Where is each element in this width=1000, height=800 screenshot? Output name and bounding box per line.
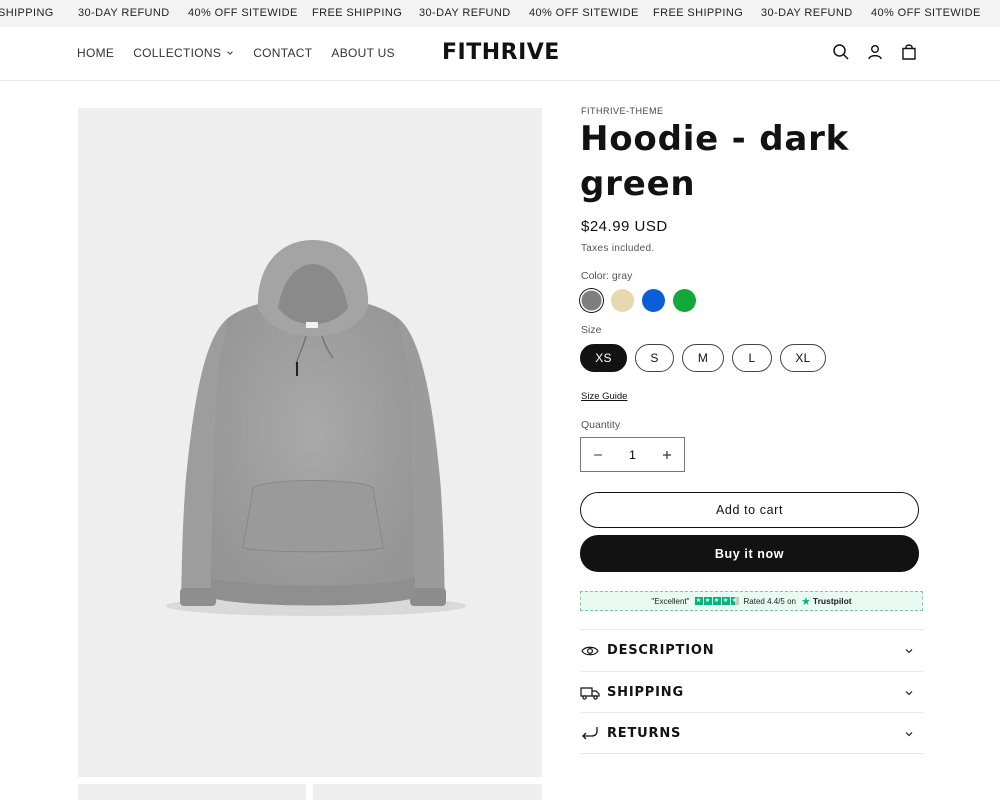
- product-thumbnail[interactable]: [78, 784, 306, 800]
- quantity-label: Quantity: [581, 419, 621, 431]
- minus-icon[interactable]: [581, 437, 615, 472]
- nav-about-label: ABOUT US: [331, 46, 395, 60]
- announcement-item: SHIPPING: [0, 7, 54, 19]
- add-to-cart-button[interactable]: Add to cart: [580, 492, 919, 528]
- nav-collections[interactable]: COLLECTIONS: [133, 46, 234, 60]
- account-icon[interactable]: [865, 42, 885, 62]
- nav-home[interactable]: HOME: [77, 46, 114, 60]
- taxes-note: Taxes included.: [581, 243, 655, 254]
- color-swatch-beige[interactable]: [611, 289, 634, 312]
- chevron-down-icon: [905, 691, 913, 696]
- trustpilot-brand: Trustpilot: [812, 596, 852, 606]
- return-arrow-icon: [580, 723, 600, 743]
- trustpilot-widget[interactable]: "Excellent" ★ ★ ★ ★ ★ Rated 4.4/5 on ★ T…: [580, 591, 923, 611]
- announcement-item: FREE SHIPPING: [312, 7, 403, 19]
- plus-icon[interactable]: [650, 437, 684, 472]
- star-icon: ★: [721, 597, 730, 605]
- hoodie-image: [166, 240, 466, 616]
- size-options: XS S M L XL: [580, 344, 826, 372]
- trustpilot-rating: Rated 4.4/5 on: [743, 596, 796, 606]
- color-swatch-blue[interactable]: [642, 289, 665, 312]
- header-actions: [831, 42, 919, 62]
- main-nav: HOME COLLECTIONS CONTACT ABOUT US: [77, 46, 395, 60]
- announcement-item: FREE SHIPPING: [653, 7, 744, 19]
- chevron-down-icon: [227, 51, 233, 55]
- site-header: HOME COLLECTIONS CONTACT ABOUT US FITHRI…: [0, 27, 1000, 81]
- nav-collections-label: COLLECTIONS: [133, 46, 222, 60]
- accordion-returns[interactable]: RETURNS: [580, 712, 924, 754]
- cart-icon[interactable]: [899, 42, 919, 62]
- product-thumbnail[interactable]: [313, 784, 542, 800]
- star-icon: ★: [703, 597, 712, 605]
- size-guide-link[interactable]: Size Guide: [581, 391, 627, 402]
- nav-about-us[interactable]: ABOUT US: [331, 46, 395, 60]
- star-icon: ★: [694, 597, 703, 605]
- nav-contact[interactable]: CONTACT: [253, 46, 312, 60]
- chevron-down-icon: [905, 732, 913, 737]
- accordion-shipping[interactable]: SHIPPING: [580, 671, 924, 713]
- size-option-xl[interactable]: XL: [780, 344, 826, 372]
- announcement-item: 40% OFF SITEWIDE: [871, 7, 981, 19]
- size-option-xs[interactable]: XS: [580, 344, 627, 372]
- chevron-down-icon: [905, 649, 913, 654]
- announcement-item: 40% OFF SITEWIDE: [188, 7, 298, 19]
- star-icon: ★: [730, 597, 739, 605]
- trustpilot-star-icon: ★: [801, 595, 811, 608]
- announcement-item: 30-DAY REFUND: [419, 7, 511, 19]
- trustpilot-excellent: "Excellent": [651, 596, 690, 606]
- search-icon[interactable]: [831, 42, 851, 62]
- size-option-m[interactable]: M: [682, 344, 724, 372]
- color-swatch-gray[interactable]: [580, 289, 603, 312]
- accordion-label: DESCRIPTION: [607, 643, 715, 658]
- product-price: $24.99 USD: [581, 218, 668, 235]
- product-title: Hoodie - dark green: [580, 119, 850, 204]
- eye-icon: [580, 641, 600, 661]
- announcement-item: 40% OFF SITEWIDE: [529, 7, 639, 19]
- announcement-item: 30-DAY REFUND: [761, 7, 853, 19]
- nav-home-label: HOME: [77, 46, 115, 60]
- announcement-item: 30-DAY REFUND: [78, 7, 170, 19]
- buy-now-button[interactable]: Buy it now: [580, 535, 919, 572]
- color-label: Color: gray: [581, 270, 633, 282]
- accordion-description[interactable]: DESCRIPTION: [580, 629, 924, 671]
- quantity-stepper: [580, 437, 685, 472]
- color-swatches: [580, 289, 696, 312]
- size-label: Size: [581, 324, 602, 336]
- size-option-l[interactable]: L: [732, 344, 772, 372]
- accordion-label: SHIPPING: [607, 685, 684, 700]
- star-icon: ★: [712, 597, 721, 605]
- quantity-input[interactable]: [615, 447, 650, 462]
- truck-icon: [580, 683, 600, 703]
- product-image-main[interactable]: [78, 108, 542, 777]
- trustpilot-logo: ★ Trustpilot: [801, 595, 852, 608]
- product-vendor: FITHRIVE-THEME: [581, 106, 664, 116]
- site-logo[interactable]: FITHRIVE: [442, 40, 560, 65]
- nav-contact-label: CONTACT: [253, 46, 313, 60]
- size-option-s[interactable]: S: [635, 344, 674, 372]
- announcement-bar: SHIPPING 30-DAY REFUND 40% OFF SITEWIDE …: [0, 0, 1000, 27]
- trustpilot-stars: ★ ★ ★ ★ ★: [694, 597, 739, 605]
- accordion-label: RETURNS: [607, 725, 682, 741]
- color-swatch-green[interactable]: [673, 289, 696, 312]
